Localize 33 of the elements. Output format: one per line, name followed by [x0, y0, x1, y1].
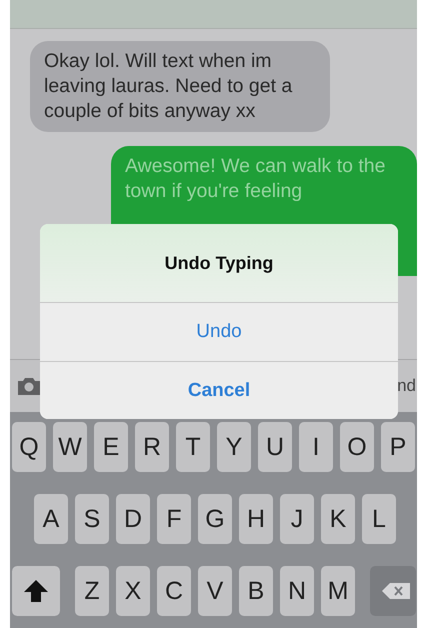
message-bubble: Okay lol. Will text when im leaving lauras. Need to get a couple of bits anyway xx — [30, 41, 330, 132]
keyboard-key[interactable]: L — [362, 494, 396, 544]
keyboard-key[interactable]: W — [53, 422, 87, 472]
keyboard-key[interactable]: Y — [217, 422, 251, 472]
shift-key[interactable] — [12, 566, 60, 616]
send-button[interactable]: nd — [397, 376, 416, 396]
keyboard-key[interactable]: Q — [12, 422, 46, 472]
keyboard-key[interactable]: R — [135, 422, 169, 472]
keyboard-key[interactable]: I — [299, 422, 333, 472]
delete-key[interactable] — [370, 566, 416, 616]
keyboard-key[interactable]: U — [258, 422, 292, 472]
alert-title: Undo Typing — [40, 224, 398, 303]
keyboard-key[interactable]: S — [75, 494, 109, 544]
keyboard-key[interactable]: G — [198, 494, 232, 544]
keyboard-key[interactable]: Z — [75, 566, 109, 616]
keyboard-key[interactable]: D — [116, 494, 150, 544]
keyboard-key[interactable]: V — [198, 566, 232, 616]
camera-icon[interactable] — [18, 377, 40, 395]
keyboard-key[interactable]: P — [381, 422, 415, 472]
keyboard-key[interactable]: M — [321, 566, 355, 616]
keyboard-key[interactable]: N — [280, 566, 314, 616]
keyboard-key[interactable]: A — [34, 494, 68, 544]
keyboard-key[interactable]: O — [340, 422, 374, 472]
keyboard-key[interactable]: X — [116, 566, 150, 616]
keyboard-key[interactable]: B — [239, 566, 273, 616]
keyboard-key[interactable]: F — [157, 494, 191, 544]
keyboard-key[interactable]: T — [176, 422, 210, 472]
keyboard-key[interactable]: E — [94, 422, 128, 472]
keyboard-key[interactable]: C — [157, 566, 191, 616]
keyboard-key[interactable]: H — [239, 494, 273, 544]
alert-button[interactable]: Cancel — [40, 361, 398, 419]
keyboard-key[interactable]: K — [321, 494, 355, 544]
keyboard-key[interactable]: J — [280, 494, 314, 544]
